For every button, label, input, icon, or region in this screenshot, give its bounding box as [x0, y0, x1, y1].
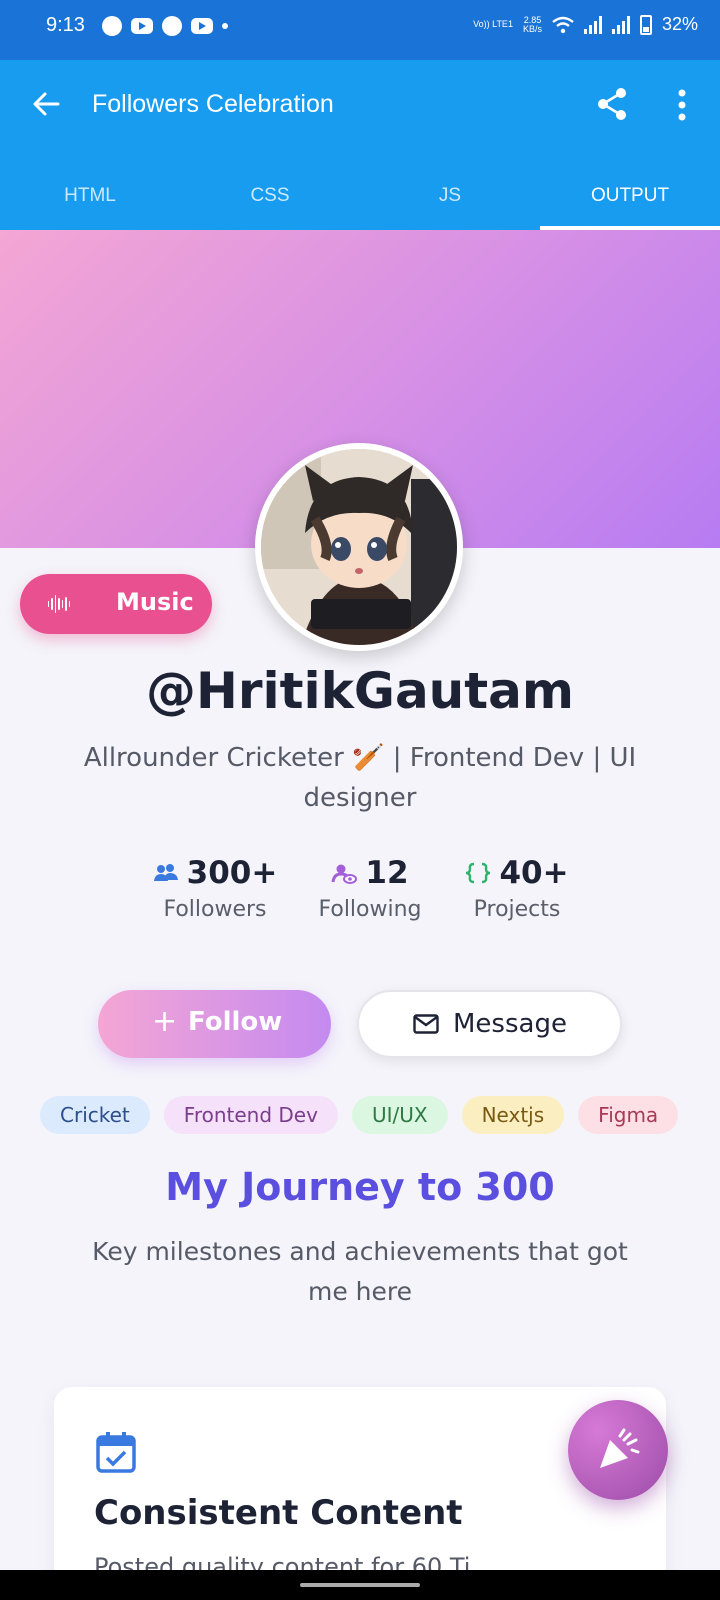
status-time: 9:13	[46, 14, 85, 36]
pinterest-notification-icon	[162, 16, 182, 36]
celebrate-fab[interactable]	[568, 1400, 668, 1500]
journey-title: My Journey to 300	[165, 1165, 555, 1209]
app-bar: Followers Celebration HTML CSS JS OUTPUT	[0, 60, 720, 230]
more-notifications-icon	[222, 23, 228, 29]
following-label: Following	[318, 897, 422, 922]
editor-tabs: HTML CSS JS OUTPUT	[0, 164, 720, 230]
notification-icons	[102, 16, 228, 36]
projects-label: Projects	[473, 897, 561, 922]
party-popper-icon	[600, 1428, 640, 1468]
follow-label: Follow	[188, 1007, 283, 1037]
app-title: Followers Celebration	[92, 90, 334, 118]
audio-wave-icon	[48, 594, 70, 614]
profile-bio: Allrounder Cricketer 🏏 | Frontend Dev | …	[83, 743, 637, 813]
signal-icon-2	[611, 15, 630, 34]
stat-projects: 40+ Projects	[462, 855, 572, 922]
battery-percent: 32%	[661, 14, 698, 34]
tab-output[interactable]: OUTPUT	[540, 164, 720, 230]
network-speed: 2.85 KB/s	[522, 14, 542, 34]
users-icon	[153, 864, 178, 881]
followers-count: 300+	[186, 855, 278, 891]
system-nav-bar	[0, 1570, 720, 1600]
mail-icon	[413, 1014, 439, 1034]
tag-figma: Figma	[578, 1096, 679, 1134]
youtube-notification-icon	[131, 18, 153, 34]
skill-tags: Cricket Frontend Dev UI/UX Nextjs Figma	[40, 1096, 679, 1134]
signal-icon	[583, 15, 602, 34]
avatar-image	[261, 449, 457, 645]
milestone-desc: Posted quality content for 60 Ti...	[94, 1553, 494, 1570]
message-button[interactable]: Message	[357, 990, 622, 1058]
tag-frontend-dev: Frontend Dev	[163, 1096, 338, 1134]
tab-html[interactable]: HTML	[0, 164, 180, 230]
stat-following: 12 Following	[310, 855, 430, 922]
back-arrow-icon[interactable]	[30, 88, 62, 120]
network-type-label: Vo)) LTE1	[473, 19, 513, 29]
more-vert-icon[interactable]	[672, 88, 692, 122]
music-button[interactable]: Music	[20, 574, 212, 634]
projects-count: 40+	[499, 855, 569, 891]
tab-css[interactable]: CSS	[180, 164, 360, 230]
avatar	[255, 443, 463, 651]
user-eye-icon	[331, 864, 358, 884]
tag-ui-ux: UI/UX	[351, 1096, 448, 1134]
message-label: Message	[453, 1009, 567, 1039]
calendar-check-icon	[96, 1432, 136, 1473]
code-braces-icon	[466, 862, 491, 884]
milestone-card: Consistent Content Posted quality conten…	[54, 1387, 666, 1570]
youtube-notification-icon	[191, 18, 213, 34]
followers-label: Followers	[163, 897, 267, 922]
output-preview[interactable]: Music @HritikGautam Allrounder Cricketer…	[0, 230, 720, 1570]
profile-handle: @HritikGautam	[145, 662, 575, 720]
follow-button[interactable]: + Follow	[98, 990, 331, 1058]
wifi-icon	[552, 16, 574, 33]
milestone-title: Consistent Content	[94, 1493, 463, 1533]
stat-followers: 300+ Followers	[152, 855, 278, 922]
status-bar: 9:13 Vo)) LTE1 2.85 KB/s 32%	[0, 0, 720, 60]
compass-notification-icon	[102, 16, 122, 36]
plus-icon: +	[152, 1004, 178, 1039]
journey-subtitle: Key milestones and achievements that got…	[92, 1237, 628, 1306]
share-icon[interactable]	[594, 86, 630, 122]
tag-cricket: Cricket	[40, 1096, 150, 1134]
home-gesture-pill[interactable]	[300, 1583, 420, 1587]
status-right: Vo)) LTE1 2.85 KB/s 32%	[473, 14, 698, 35]
music-label: Music	[116, 588, 194, 616]
tag-nextjs: Nextjs	[461, 1096, 565, 1134]
battery-icon	[639, 14, 652, 35]
tab-js[interactable]: JS	[360, 164, 540, 230]
following-count: 12	[365, 855, 409, 891]
